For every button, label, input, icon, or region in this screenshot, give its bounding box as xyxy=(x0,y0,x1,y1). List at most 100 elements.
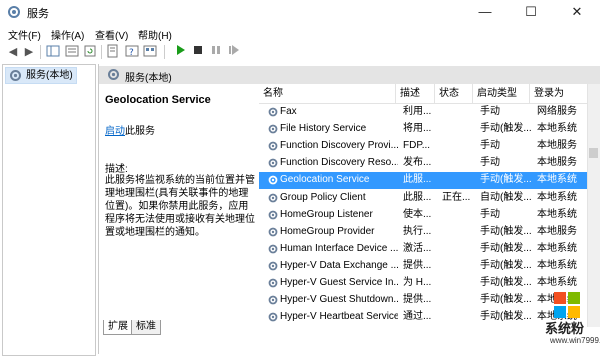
service-row[interactable]: Hyper-V Data Exchange ... 提供... 手动(触发... 本地… xyxy=(259,258,589,274)
row-startup-type: 手动 xyxy=(480,157,500,169)
description-label: 描述: xyxy=(105,164,128,175)
service-gear-icon xyxy=(268,244,278,254)
row-name: Hyper-V Guest Service In... xyxy=(280,277,398,288)
row-description: 发布... xyxy=(403,157,432,169)
column-header-logon-as[interactable]: 登录为 xyxy=(530,84,589,104)
export-list-icon[interactable] xyxy=(105,44,121,60)
row-name: HomeGroup Listener xyxy=(280,208,373,220)
toolbar: ◀ ▶ ? xyxy=(0,42,600,62)
menu-action[interactable]: 操作(A) xyxy=(51,27,84,42)
row-status: 正在... xyxy=(442,191,471,203)
service-gear-icon xyxy=(268,312,278,322)
pane-header-label: 服务(本地) xyxy=(125,73,172,84)
tree-node-label: 服务(本地) xyxy=(26,70,73,81)
menu-bar: 文件(F) 操作(A) 查看(V) 帮助(H) xyxy=(0,24,600,42)
row-name: Human Interface Device ... xyxy=(280,242,398,254)
minimize-button[interactable]: — xyxy=(462,0,508,24)
row-startup-type: 手动(触发... xyxy=(480,294,532,306)
properties-icon[interactable] xyxy=(142,44,158,60)
watermark-url: www.win7999.com xyxy=(550,336,600,345)
gear-icon xyxy=(10,70,21,81)
row-startup-type: 手动(触发... xyxy=(480,123,532,135)
toolbar-separator xyxy=(164,45,165,59)
row-description: 此服... xyxy=(403,174,432,186)
row-description: 为 H... xyxy=(403,277,432,288)
restart-service-icon[interactable] xyxy=(226,44,242,60)
row-startup-type: 手动 xyxy=(480,106,500,117)
service-gear-icon xyxy=(268,261,278,271)
row-logon-as: 本地系统 xyxy=(537,208,577,220)
services-app-icon xyxy=(8,6,20,18)
row-startup-type: 手动(触发... xyxy=(480,242,532,254)
start-line: 启动此服务 xyxy=(105,122,155,137)
row-description: 提供... xyxy=(403,294,432,306)
row-startup-type: 手动(触发... xyxy=(480,225,532,237)
close-button[interactable]: ✕ xyxy=(554,0,600,24)
row-name: Function Discovery Reso... xyxy=(280,157,398,169)
console-view-icon[interactable] xyxy=(64,44,80,60)
start-service-link[interactable]: 启动 xyxy=(105,126,125,137)
row-name: Function Discovery Provi... xyxy=(280,140,398,152)
menu-view[interactable]: 查看(V) xyxy=(95,27,128,42)
row-logon-as: 本地服务 xyxy=(537,157,577,169)
service-row[interactable]: File History Service 将用... 手动(触发... 本地系统 xyxy=(259,121,589,137)
forward-arrow-icon[interactable]: ▶ xyxy=(21,44,37,60)
service-row[interactable]: Function Discovery Provi... FDP... 手动 本地服务 xyxy=(259,138,589,154)
service-row[interactable]: Function Discovery Reso... 发布... 手动 本地服务 xyxy=(259,155,589,171)
stop-service-icon[interactable] xyxy=(190,44,206,60)
column-header-status[interactable]: 状态 xyxy=(435,84,473,104)
refresh-icon[interactable] xyxy=(82,44,98,60)
start-service-icon[interactable] xyxy=(172,44,188,60)
row-description: 通过... xyxy=(403,311,432,323)
show-tree-icon[interactable] xyxy=(45,44,61,60)
console-tree: 服务(本地) xyxy=(2,64,96,356)
start-line-suffix: 此服务 xyxy=(125,126,155,137)
menu-help[interactable]: 帮助(H) xyxy=(138,27,172,42)
service-row[interactable]: Human Interface Device ... 激活... 手动(触发... 本… xyxy=(259,241,589,257)
row-logon-as: 本地服务 xyxy=(537,140,577,152)
service-row[interactable]: Geolocation Service 此服... 手动(触发... 本地系统 xyxy=(259,172,589,189)
row-name: HomeGroup Provider xyxy=(280,225,375,237)
pause-service-icon[interactable] xyxy=(208,44,224,60)
menu-file[interactable]: 文件(F) xyxy=(8,27,41,42)
row-logon-as: 本地服务 xyxy=(537,225,577,237)
row-description: 激活... xyxy=(403,242,432,254)
tree-node-services-local[interactable]: 服务(本地) xyxy=(5,67,77,84)
tab-standard[interactable]: 标准 xyxy=(131,320,161,335)
service-gear-icon xyxy=(268,210,278,219)
service-gear-icon xyxy=(268,278,278,288)
column-header-startup-type[interactable]: 启动类型 xyxy=(473,84,530,104)
help-icon[interactable]: ? xyxy=(124,44,140,60)
row-logon-as: 本地系统 xyxy=(537,242,577,254)
column-header-description[interactable]: 描述 xyxy=(396,84,435,104)
row-startup-type: 手动(触发... xyxy=(480,311,532,323)
column-header-name[interactable]: 名称 xyxy=(259,84,396,104)
row-description: FDP... xyxy=(403,140,431,152)
windows-logo-icon xyxy=(554,292,580,318)
service-gear-icon xyxy=(268,158,278,168)
row-startup-type: 手动(触发... xyxy=(480,259,532,271)
row-name: Hyper-V Guest Shutdown... xyxy=(280,294,398,306)
service-row[interactable]: Group Policy Client 此服... 正在... 自动(触发... 本地系… xyxy=(259,190,589,206)
title-bar: 服务 — ☐ ✕ xyxy=(0,0,600,24)
tab-extended[interactable]: 扩展 xyxy=(103,320,133,335)
service-row[interactable]: Hyper-V Guest Service In... 为 H... 手动(触发..… xyxy=(259,275,589,291)
row-logon-as: 本地系统 xyxy=(537,191,577,203)
row-name: Hyper-V Data Exchange ... xyxy=(280,259,398,271)
row-name: Group Policy Client xyxy=(280,191,366,203)
row-description: 利用... xyxy=(403,106,432,117)
view-tabs: 扩展 标准 xyxy=(99,320,259,338)
description-text: 此服务将监视系统的当前位置并管理地理围栏(具有关联事件的地理位置)。如果你禁用此… xyxy=(105,175,255,238)
back-arrow-icon[interactable]: ◀ xyxy=(5,44,21,60)
window-title: 服务 xyxy=(27,8,49,20)
row-startup-type: 手动(触发... xyxy=(480,277,532,288)
service-row[interactable]: HomeGroup Provider 执行... 手动(触发... 本地服务 xyxy=(259,224,589,240)
row-logon-as: 网络服务 xyxy=(537,106,577,117)
scrollbar-thumb[interactable] xyxy=(589,148,598,158)
maximize-button[interactable]: ☐ xyxy=(508,0,554,24)
service-row[interactable]: Fax 利用... 手动 网络服务 xyxy=(259,104,589,120)
service-gear-icon xyxy=(268,295,278,305)
service-row[interactable]: HomeGroup Listener 使本... 手动 本地系统 xyxy=(259,207,589,223)
row-name: Hyper-V Heartbeat Service xyxy=(280,311,398,323)
row-startup-type: 手动(触发... xyxy=(480,174,532,186)
